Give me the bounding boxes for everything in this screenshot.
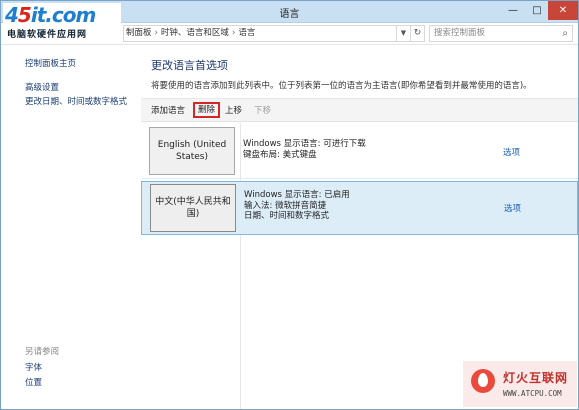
watermark-title: 灯火互联网 — [503, 371, 569, 385]
delete-language-button[interactable]: 删除 — [193, 102, 221, 118]
nav-control-panel-home[interactable]: 控制面板主页 — [25, 57, 76, 69]
close-button[interactable]: ✕ — [548, 1, 578, 20]
logo-mark: 45it.com — [5, 3, 96, 27]
breadcrumb-clock-language-region[interactable]: 时钟、语言和区域 — [161, 28, 229, 38]
nav-fonts[interactable]: 字体 — [25, 361, 42, 373]
add-language-button[interactable]: 添加语言 — [151, 104, 185, 116]
watermark-url: WWW.ATCPU.COM — [503, 389, 562, 398]
language-tile[interactable]: 中文(中华人民共和国) — [150, 184, 236, 232]
page-title: 更改语言首选项 — [151, 59, 228, 72]
chevron-down-icon[interactable]: ▼ — [397, 25, 411, 42]
breadcrumb[interactable]: 制面板 › 时钟、语言和区域 › 语言 — [123, 25, 397, 42]
chevron-right-icon: › — [154, 28, 158, 38]
search-placeholder: 搜索控制面板 — [434, 28, 486, 38]
move-down-button[interactable]: 下移 — [254, 104, 271, 116]
search-icon[interactable]: ⌕ — [562, 26, 568, 41]
options-link[interactable]: 选项 — [503, 146, 520, 158]
language-info-line: 日期、时间和数字格式 — [244, 211, 330, 221]
language-tile[interactable]: English (United States) — [149, 127, 235, 175]
options-link[interactable]: 选项 — [504, 202, 521, 214]
language-row-english[interactable]: English (United States) Windows 显示语言: 可进… — [141, 125, 578, 179]
move-up-button[interactable]: 上移 — [225, 104, 242, 116]
language-toolbar: 添加语言 删除 上移 下移 — [141, 98, 578, 122]
maximize-button[interactable]: □ — [524, 1, 550, 20]
minimize-button[interactable]: — — [500, 1, 526, 20]
language-info-line: Windows 显示语言: 已启用 — [244, 190, 350, 200]
watermark: 灯火互联网 WWW.ATCPU.COM — [463, 361, 577, 407]
language-info-line: 输入法: 微软拼音简捷 — [244, 200, 327, 211]
nav-change-date-time-format[interactable]: 更改日期、时间或数字格式 — [25, 95, 127, 107]
main-content: 更改语言首选项 将要使用的语言添加到此列表中。位于列表第一位的语言为主语言(即你… — [137, 45, 578, 409]
breadcrumb-language[interactable]: 语言 — [238, 28, 255, 38]
nav-advanced-settings[interactable]: 高级设置 — [25, 81, 59, 93]
page-description: 将要使用的语言添加到此列表中。位于列表第一位的语言为主语言(即你希望看到并最常使… — [151, 81, 532, 91]
language-row-chinese[interactable]: 中文(中华人民共和国) Windows 显示语言: 已启用 输入法: 微软拼音简… — [141, 181, 578, 235]
refresh-icon[interactable]: ↻ — [411, 25, 425, 42]
chevron-right-icon: › — [231, 28, 236, 38]
left-navigation: 控制面板主页 高级设置 更改日期、时间或数字格式 另请参阅 字体 位置 — [1, 45, 137, 409]
language-window: 语言 — □ ✕ 制面板 › 时钟、语言和区域 › 语言 ▼ ↻ 搜索控制面板 ⌕ 45… — [0, 0, 579, 410]
search-input[interactable]: 搜索控制面板 ⌕ — [429, 25, 573, 42]
site-logo: 45it.com 电脑软硬件应用网 — [3, 3, 121, 40]
nav-location[interactable]: 位置 — [25, 376, 42, 388]
language-info-line: Windows 显示语言: 可进行下载 — [243, 139, 366, 149]
language-info-line: 键盘布局: 美式键盘 — [243, 149, 317, 160]
see-also-heading: 另请参阅 — [25, 347, 60, 357]
language-info: Windows 显示语言: 已启用 输入法: 微软拼音简捷 日期、时间和数字格式 — [244, 190, 350, 222]
logo-subtitle: 电脑软硬件应用网 — [7, 30, 88, 40]
language-info: Windows 显示语言: 可进行下载 键盘布局: 美式键盘 — [243, 139, 366, 160]
breadcrumb-control-panel[interactable]: 制面板 — [126, 28, 152, 38]
flame-inner-icon — [478, 373, 488, 387]
